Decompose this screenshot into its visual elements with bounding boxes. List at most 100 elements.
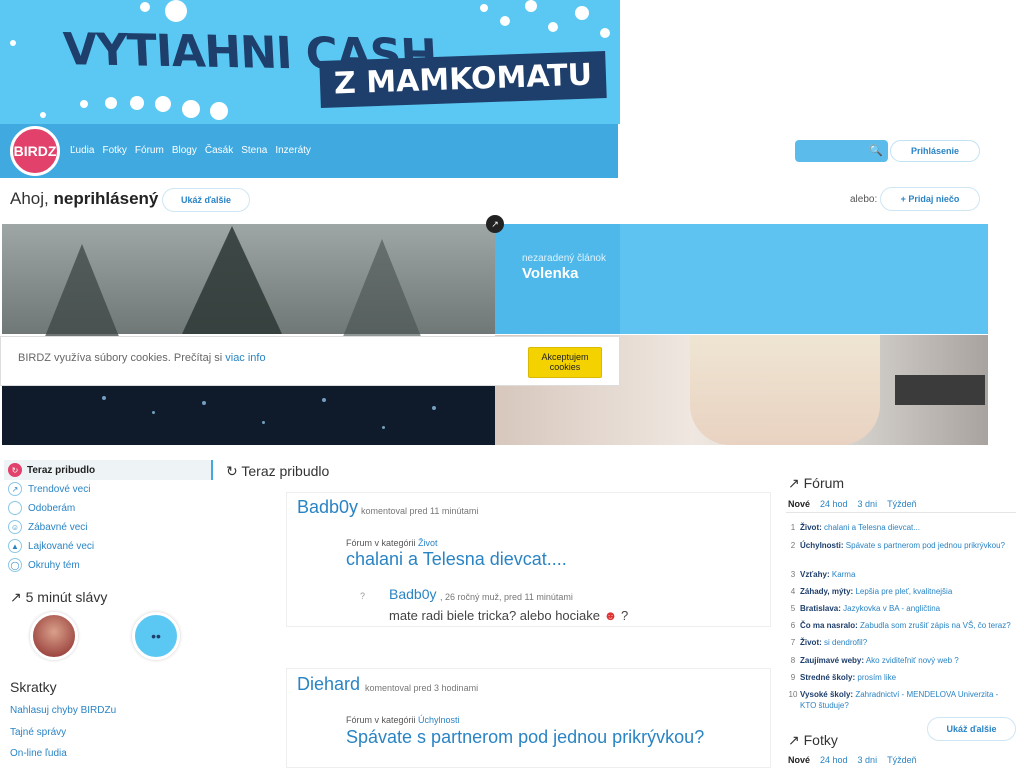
post-category-link[interactable]: Úchylnosti [418, 715, 460, 725]
forum-list-item[interactable]: 3 Vzťahy: Karma [786, 569, 1016, 580]
hero-title[interactable]: Volenka [522, 265, 578, 282]
forum-tabs: Nové 24 hod 3 dni Týždeň [788, 499, 917, 509]
item-category: Záhady, mýty: [800, 587, 854, 596]
nav-item-inzeraty[interactable]: Inzeráty [275, 145, 311, 156]
item-text: Život: si dendrofil? [800, 637, 867, 648]
nav-item-ludia[interactable]: Ľudia [70, 145, 94, 156]
item-title: Jazykovka v BA - angličtina [843, 604, 941, 613]
tab-nove[interactable]: Nové [788, 755, 810, 765]
table-shape [895, 375, 985, 405]
birdz-logo[interactable]: BIRDZ [10, 126, 60, 176]
login-button[interactable]: Prihlásenie [890, 140, 980, 162]
item-number: 2 [790, 541, 796, 550]
avatar[interactable]: •• [132, 612, 180, 660]
sidebar-item-lajkovane[interactable]: ▲ Lajkované veci [8, 539, 94, 553]
greeting-user: neprihlásený [53, 189, 159, 208]
tab-3-dni[interactable]: 3 dni [858, 755, 878, 765]
photos-title: ↗ Fotky [788, 732, 838, 749]
tab-3-dni[interactable]: 3 dni [858, 499, 878, 509]
post-category-label: Fórum v kategórii [346, 538, 416, 548]
sidebar-item-okruhy[interactable]: ◯ Okruhy tém [8, 558, 80, 572]
forum-list-item[interactable]: 1 Život: chalani a Telesna dievcat... [786, 522, 1016, 533]
item-title: Ako zviditeľniť nový web ? [865, 656, 959, 665]
tab-tyzden[interactable]: Týždeň [887, 755, 917, 765]
comment-text: mate radi biele tricka? alebo hociake ☻ … [389, 608, 628, 623]
sidebar-item-zabavne[interactable]: ☺ Zábavné veci [8, 520, 87, 534]
forum-list-item[interactable]: 8 Zaujímavé weby: Ako zviditeľniť nový we… [786, 655, 1016, 666]
fame-title-text: 5 minút slávy [25, 589, 108, 605]
comment-body: mate radi biele tricka? alebo hociake [389, 608, 601, 623]
cookie-text: BIRDZ využíva súbory cookies. Prečítaj s… [18, 352, 266, 364]
photos-tabs: Nové 24 hod 3 dni Týždeň [788, 755, 917, 765]
post-meta: komentoval pred 11 minútami [361, 506, 479, 516]
post-category-label: Fórum v kategórii [346, 715, 416, 725]
item-title: Spávate s partnerom pod jednou prikrývko… [845, 541, 1005, 550]
forum-list-item[interactable]: 5 Bratislava: Jazykovka v BA - angličtina [786, 603, 1016, 614]
item-category: Zaujímavé weby: [800, 656, 865, 665]
post-title[interactable]: Spávate s partnerom pod jednou prikrývko… [346, 727, 704, 748]
greeting-hello: Ahoj, [10, 189, 49, 208]
feed-title-text: Teraz pribudlo [241, 463, 330, 479]
forum-list-item[interactable]: 2 Úchylnosti: Spávate s partnerom pod jed… [786, 540, 1016, 551]
shortcut-secret-messages[interactable]: Tajné správy [10, 727, 66, 738]
tab-24-hod[interactable]: 24 hod [820, 755, 848, 765]
item-title: Zabudla som zrušiť zápis na VŠ, čo teraz… [860, 621, 1011, 630]
refresh-icon: ↻ [226, 463, 238, 479]
forum-list-item[interactable]: 9 Stredné školy: prosím like [786, 672, 1016, 683]
avatar[interactable] [30, 612, 78, 660]
post-title[interactable]: chalani a Telesna dievcat.... [346, 549, 567, 570]
photos-title-text: Fotky [803, 732, 838, 748]
forum-show-more-button[interactable]: Ukáž ďalšie [927, 717, 1016, 741]
accept-cookies-button[interactable]: Akceptujem cookies [528, 347, 602, 378]
sidebar-item-odoberam[interactable]: Odoberám [8, 501, 75, 515]
hero-image-lights[interactable] [2, 386, 495, 445]
sidebar-item-trendove[interactable]: ↗ Trendové veci [8, 482, 90, 496]
item-number: 1 [790, 523, 796, 532]
item-title: Lepšia pre pleť, kvalitnejšia [855, 587, 953, 596]
post-author[interactable]: Badb0y [297, 497, 358, 518]
shortcut-online-people[interactable]: On-line ľudia [10, 748, 67, 759]
forum-list-item[interactable]: 7 Život: si dendrofil? [786, 637, 1016, 648]
item-text: Čo ma nasralo: Zabudla som zrušiť zápis … [800, 620, 1011, 631]
sidebar-item-label: Lajkované veci [28, 540, 95, 552]
item-category: Život: [800, 638, 822, 647]
hero-image-forest[interactable] [2, 224, 495, 344]
cookie-more-info-link[interactable]: viac info [225, 352, 265, 364]
ad-banner[interactable]: VYTIAHNI CASH Z MAMKOMATU [0, 0, 620, 124]
sidebar-item-label: Okruhy tém [28, 559, 80, 571]
forum-list-item[interactable]: 6 Čo ma nasralo: Zabudla som zrušiť zápis… [786, 620, 1016, 631]
tab-tyzden[interactable]: Týždeň [887, 499, 917, 509]
post-author[interactable]: Diehard [297, 674, 360, 695]
item-text: Úchylnosti: Spávate s partnerom pod jedn… [800, 540, 1005, 551]
forum-list-item[interactable]: 4 Záhady, mýty: Lepšia pre pleť, kvalitne… [786, 586, 1016, 597]
item-text: Bratislava: Jazykovka v BA - angličtina [800, 603, 940, 614]
comment-meta: , 26 ročný muž, pred 11 minútami [440, 592, 573, 602]
tab-nove[interactable]: Nové [788, 499, 810, 509]
nav-item-fotky[interactable]: Fotky [102, 145, 126, 156]
add-something-button[interactable]: + Pridaj niečo [880, 187, 980, 211]
item-number: 3 [790, 570, 796, 579]
post-category: Fórum v kategórii Úchylnosti [346, 715, 460, 725]
nav-item-casak[interactable]: Časák [205, 145, 233, 156]
item-text: Život: chalani a Telesna dievcat... [800, 522, 920, 533]
nav-item-blogy[interactable]: Blogy [172, 145, 197, 156]
comment-author[interactable]: Badb0y [389, 586, 436, 602]
shortcuts-title: Skratky [10, 679, 57, 695]
item-category: Vzťahy: [800, 570, 830, 579]
forum-list-item[interactable]: 10 Vysoké školy: Zahradnictví - MENDELOVA… [786, 689, 1016, 711]
item-number: 9 [790, 673, 796, 682]
trending-icon: ↗ [788, 475, 800, 491]
shortcut-report-bugs[interactable]: Nahlasuj chyby BIRDZu [10, 705, 116, 716]
hero-category: nezaradený článok [522, 253, 606, 264]
item-category: Bratislava: [800, 604, 841, 613]
show-more-button[interactable]: Ukáž ďalšie [162, 188, 250, 212]
item-number: 7 [790, 638, 796, 647]
page: VYTIAHNI CASH Z MAMKOMATU BIRDZ Ľudia Fo… [0, 0, 1024, 768]
nav-item-stena[interactable]: Stena [241, 145, 267, 156]
sidebar-item-label: Teraz pribudlo [27, 465, 96, 476]
nav-item-forum[interactable]: Fórum [135, 145, 164, 156]
post-category-link[interactable]: Život [418, 538, 438, 548]
cookie-message: BIRDZ využíva súbory cookies. Prečítaj s… [18, 352, 223, 364]
tab-24-hod[interactable]: 24 hod [820, 499, 848, 509]
search-icon[interactable]: 🔍 [869, 144, 883, 158]
